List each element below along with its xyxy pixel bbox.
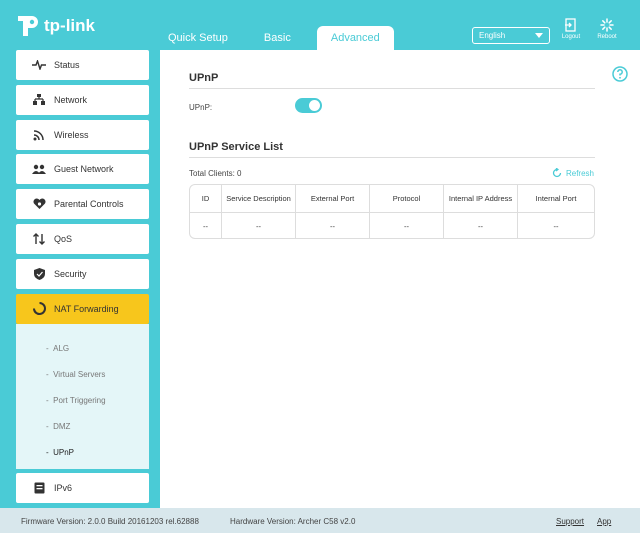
submenu-item-label: Virtual Servers [53, 369, 106, 379]
table-cell: -- [444, 213, 518, 238]
tab-advanced[interactable]: Advanced [316, 26, 394, 50]
column-header-service-description: Service Description [222, 185, 296, 212]
column-header-internal-port: Internal Port [535, 194, 577, 203]
logo-text: tp-link [44, 16, 95, 35]
table-cell: -- [370, 213, 444, 238]
heart-icon [32, 197, 46, 211]
tp-link-logo[interactable]: tp-link [14, 14, 95, 38]
logout-icon [565, 18, 576, 32]
reboot-icon [600, 18, 614, 32]
main-panel: UPnP UPnP: UPnP Service List Total Clien… [160, 50, 640, 508]
arrows-updown-icon [32, 232, 46, 246]
app-link[interactable]: App [597, 517, 611, 526]
table-cell: -- [222, 213, 296, 238]
submenu-item-label: ALG [53, 343, 70, 353]
sidebar-item-network[interactable]: Network [16, 84, 149, 115]
sidebar-item-label: Guest Network [54, 164, 114, 175]
sidebar-item-label: NAT Forwarding [54, 303, 119, 314]
table-cell: -- [296, 213, 370, 238]
column-header-internal-ip: Internal IP Address [444, 185, 518, 212]
sidebar-item-nat-forwarding[interactable]: NAT Forwarding [16, 293, 149, 324]
submenu-item-label: UPnP [53, 447, 75, 457]
table-cell: -- [553, 221, 559, 231]
main-nav: Quick Setup Basic Advanced [150, 26, 394, 50]
ipv6-icon [32, 481, 46, 495]
sidebar-item-status[interactable]: Status [16, 50, 149, 80]
submenu-item-alg[interactable]: - ALG [16, 336, 149, 362]
sidebar-item-guest-network[interactable]: Guest Network [16, 154, 149, 185]
nat-forwarding-submenu: - ALG - Virtual Servers - Port Triggerin… [16, 323, 149, 469]
shield-icon [32, 267, 46, 281]
sidebar-item-label: IPv6 [54, 483, 73, 494]
reboot-label: Reboot [597, 34, 617, 40]
upnp-service-table: ID Service Description External Port Pro… [189, 184, 595, 239]
submenu-item-port-triggering[interactable]: - Port Triggering [16, 388, 149, 414]
table-header-row: ID Service Description External Port Pro… [190, 185, 594, 212]
help-icon [612, 66, 628, 82]
language-select[interactable]: English [472, 27, 550, 44]
guest-users-icon [32, 162, 46, 176]
upnp-toggle[interactable] [295, 98, 322, 113]
tp-link-logo-icon [18, 16, 38, 36]
service-list-title: UPnP Service List [189, 141, 283, 153]
column-header-protocol: Protocol [370, 185, 444, 212]
sidebar-item-parental-controls[interactable]: Parental Controls [16, 189, 149, 220]
network-icon [32, 93, 46, 107]
header: tp-link Quick Setup Basic Advanced Engli… [0, 0, 640, 50]
toggle-knob [309, 100, 320, 111]
reboot-button[interactable]: Reboot [593, 18, 621, 40]
column-header-id: ID [190, 185, 222, 212]
chevron-down-icon [535, 33, 543, 38]
sidebar-item-label: Status [54, 60, 80, 70]
sidebar-item-qos[interactable]: QoS [16, 223, 149, 254]
divider [189, 157, 595, 158]
submenu-item-virtual-servers[interactable]: - Virtual Servers [16, 362, 149, 388]
hardware-version: Hardware Version: Archer C58 v2.0 [230, 517, 356, 526]
sidebar-item-security[interactable]: Security [16, 258, 149, 289]
divider [189, 88, 595, 89]
table-cell: -- [190, 213, 222, 238]
footer: Firmware Version: 2.0.0 Build 20161203 r… [0, 508, 640, 533]
sidebar-item-label: Wireless [54, 129, 89, 140]
refresh-button[interactable]: Refresh [552, 168, 594, 178]
tab-basic[interactable]: Basic [246, 26, 309, 50]
sidebar-item-label: Parental Controls [54, 199, 124, 210]
wifi-icon [32, 128, 46, 142]
submenu-item-upnp[interactable]: - UPnP [16, 440, 149, 466]
support-link[interactable]: Support [556, 517, 584, 526]
submenu-item-dmz[interactable]: - DMZ [16, 414, 149, 440]
submenu-item-label: Port Triggering [53, 395, 106, 405]
tab-quick-setup[interactable]: Quick Setup [150, 26, 246, 50]
submenu-item-label: DMZ [53, 421, 71, 431]
sidebar-item-label: Network [54, 94, 88, 105]
refresh-icon [552, 168, 562, 178]
language-value: English [479, 31, 506, 40]
pulse-icon [32, 58, 46, 72]
upnp-section-title: UPnP [189, 72, 219, 84]
column-header-external-port: External Port [296, 185, 370, 212]
total-clients: Total Clients: 0 [189, 169, 242, 178]
logout-button[interactable]: Logout [557, 18, 585, 40]
sidebar-item-label: Security [54, 268, 87, 279]
sidebar-item-wireless[interactable]: Wireless [16, 119, 149, 150]
sidebar: Status Network Wireless Guest Network Pa… [16, 50, 149, 508]
nat-forwarding-icon [32, 302, 46, 316]
logout-label: Logout [561, 34, 581, 40]
upnp-toggle-label: UPnP: [189, 103, 213, 112]
firmware-version: Firmware Version: 2.0.0 Build 20161203 r… [21, 517, 199, 526]
table-row: -- -- -- -- -- -- [190, 212, 594, 238]
help-button[interactable] [612, 66, 628, 84]
refresh-label: Refresh [565, 168, 594, 178]
sidebar-item-label: QoS [54, 233, 73, 244]
sidebar-item-ipv6[interactable]: IPv6 [16, 473, 149, 504]
